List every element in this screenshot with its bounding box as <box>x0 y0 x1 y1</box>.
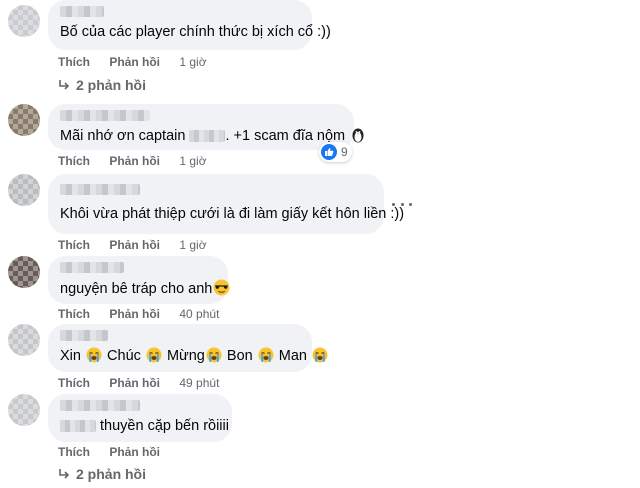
avatar[interactable] <box>8 174 40 206</box>
author-name-blurred[interactable] <box>60 262 124 273</box>
comment-bubble: Bố của các player chính thức bị xích cổ … <box>48 0 331 50</box>
replies-count: 2 phản hồi <box>76 77 146 93</box>
reply-arrow-icon <box>59 80 70 90</box>
like-link[interactable]: Thích <box>58 55 90 69</box>
view-replies-link[interactable]: 2 phản hồi <box>58 466 146 482</box>
comment-word: Mừng <box>166 348 205 364</box>
like-link[interactable]: Thích <box>58 307 90 321</box>
loudly-crying-emoji <box>258 347 274 363</box>
comment-text: Khôi vừa phát thiệp cưới là đi làm giấy … <box>60 206 405 222</box>
comment-text: nguyện bê tráp cho anh <box>60 281 213 297</box>
loudly-crying-emoji <box>312 347 328 363</box>
author-name-blurred[interactable] <box>60 400 140 411</box>
avatar[interactable] <box>8 256 40 288</box>
loudly-crying-emoji <box>86 347 102 363</box>
view-replies-link[interactable]: 2 phản hồi <box>58 77 146 93</box>
more-options-icon[interactable] <box>392 196 412 212</box>
reply-arrow-icon <box>59 469 70 479</box>
comment-actions: Thích Phản hồi 40 phút <box>58 307 235 321</box>
comment-text: Bố của các player chính thức bị xích cổ … <box>60 24 331 40</box>
comment-bubble: Xin Chúc Mừng Bon Man <box>48 324 328 372</box>
comment-text: thuyền cặp bến rồiiii <box>100 418 229 434</box>
reply-link[interactable]: Phản hồi <box>109 445 160 459</box>
timestamp[interactable]: 1 giờ <box>179 238 206 252</box>
sunglasses-emoji <box>213 279 230 296</box>
avatar[interactable] <box>8 104 40 136</box>
comment-actions: Thích Phản hồi 1 giờ <box>58 238 223 252</box>
comment-bubble: nguyện bê tráp cho anh <box>48 256 230 304</box>
author-name-blurred[interactable] <box>60 110 150 121</box>
comment-actions: Thích Phản hồi 49 phút <box>58 376 235 390</box>
like-link[interactable]: Thích <box>58 445 90 459</box>
comment-word: Man <box>278 348 307 364</box>
comment-actions: Thích Phản hồi 1 giờ <box>58 154 223 168</box>
comment-actions: Thích Phản hồi 1 giờ <box>58 55 223 69</box>
loudly-crying-emoji <box>206 347 222 363</box>
comment-text-start: Mãi nhớ ơn captain <box>60 128 186 144</box>
comment-text-line: Xin Chúc Mừng Bon Man <box>60 347 328 366</box>
like-link[interactable]: Thích <box>58 376 90 390</box>
author-name-blurred[interactable] <box>60 330 108 341</box>
comment-text-line: nguyện bê tráp cho anh <box>60 279 230 299</box>
timestamp[interactable]: 1 giờ <box>179 55 206 69</box>
avatar[interactable] <box>8 394 40 426</box>
comment-word: Bon <box>226 348 253 364</box>
reply-link[interactable]: Phản hồi <box>109 55 160 69</box>
replies-count: 2 phản hồi <box>76 466 146 482</box>
blurred-word <box>60 420 96 433</box>
comment-bubble: Mãi nhớ ơn captain . +1 scam đĩa nộm <box>48 104 364 150</box>
comment-word: Xin <box>60 348 81 364</box>
author-name-blurred[interactable] <box>60 184 140 195</box>
reply-link[interactable]: Phản hồi <box>109 376 160 390</box>
comment-actions: Thích Phản hồi <box>58 445 176 459</box>
reaction-count-badge[interactable]: 9 <box>319 142 352 162</box>
penguin-emoji <box>352 128 364 143</box>
reply-link[interactable]: Phản hồi <box>109 154 160 168</box>
like-reaction-icon <box>321 144 337 160</box>
timestamp[interactable]: 49 phút <box>179 376 219 390</box>
loudly-crying-emoji <box>146 347 162 363</box>
reply-link[interactable]: Phản hồi <box>109 307 160 321</box>
timestamp[interactable]: 1 giờ <box>179 154 206 168</box>
avatar[interactable] <box>8 5 40 37</box>
comment-text-line: Mãi nhớ ơn captain . +1 scam đĩa nộm <box>60 127 364 146</box>
like-link[interactable]: Thích <box>58 154 90 168</box>
author-name-blurred[interactable] <box>60 6 104 17</box>
mentioned-name-blurred[interactable] <box>189 130 226 143</box>
avatar[interactable] <box>8 324 40 356</box>
timestamp[interactable]: 40 phút <box>179 307 219 321</box>
comment-bubble: thuyền cặp bến rồiiii <box>48 394 232 442</box>
comment-bubble: Khôi vừa phát thiệp cưới là đi làm giấy … <box>48 174 405 234</box>
comment-word: Chúc <box>107 348 141 364</box>
reply-link[interactable]: Phản hồi <box>109 238 160 252</box>
comment-text-line: thuyền cặp bến rồiiii <box>60 417 229 436</box>
like-link[interactable]: Thích <box>58 238 90 252</box>
reaction-count: 9 <box>341 145 348 159</box>
